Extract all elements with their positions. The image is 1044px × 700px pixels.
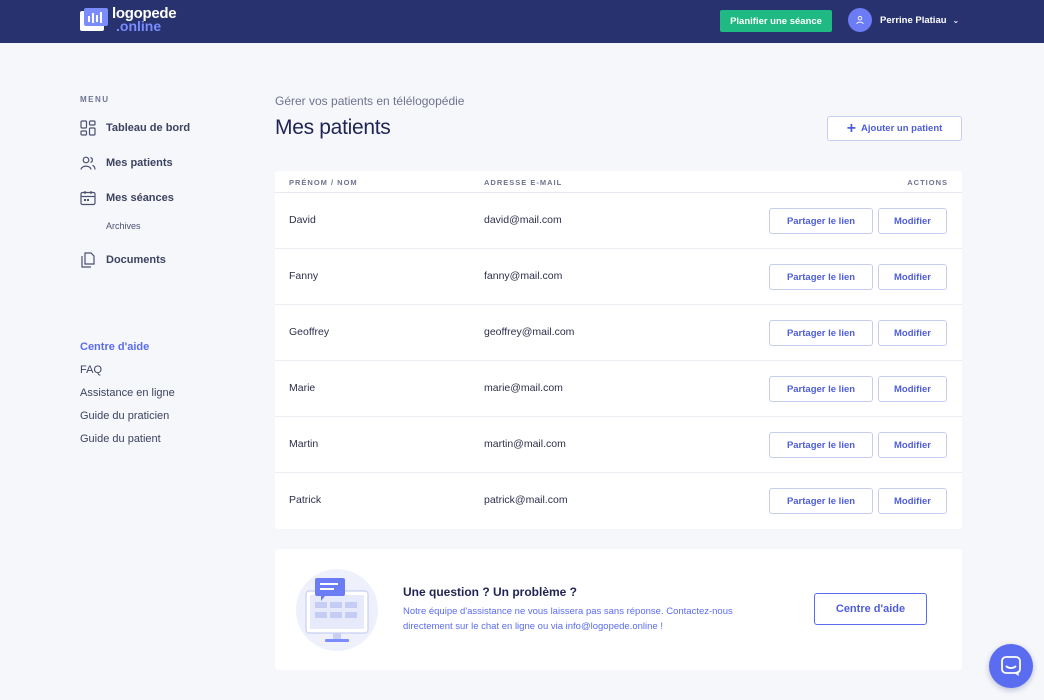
share-link-button[interactable]: Partager le lien	[769, 376, 873, 402]
table-row: Geoffrey geoffrey@mail.com Partager le l…	[275, 305, 962, 361]
column-header-actions: ACTIONS	[907, 178, 948, 187]
documents-icon	[81, 252, 95, 268]
table-row: Marie marie@mail.com Partager le lien Mo…	[275, 361, 962, 417]
users-icon	[80, 156, 96, 170]
sidebar-item-archives[interactable]: Archives	[106, 221, 141, 231]
chevron-down-icon: ⌄	[952, 15, 960, 25]
patient-email: patrick@mail.com	[484, 494, 568, 506]
edit-button[interactable]: Modifier	[878, 376, 947, 402]
table-row: Patrick patrick@mail.com Partager le lie…	[275, 473, 962, 529]
share-link-button[interactable]: Partager le lien	[769, 320, 873, 346]
sidebar: MENU Tableau de bord Mes patients Mes sé…	[80, 95, 250, 445]
help-card-description: Notre équipe d'assistance ne vous laisse…	[403, 606, 733, 632]
sidebar-item-label: Tableau de bord	[106, 122, 191, 134]
table-header: PRÉNOM / NOM ADRESSE E-MAIL ACTIONS	[275, 171, 962, 193]
edit-button[interactable]: Modifier	[878, 432, 947, 458]
share-link-button[interactable]: Partager le lien	[769, 488, 873, 514]
help-card-title: Une question ? Un problème ?	[403, 585, 578, 599]
edit-button[interactable]: Modifier	[878, 488, 947, 514]
patient-name: Marie	[289, 382, 316, 394]
column-header-email: ADRESSE E-MAIL	[484, 178, 563, 187]
help-link-practitioner-guide[interactable]: Guide du praticien	[80, 410, 169, 422]
patient-email: geoffrey@mail.com	[484, 326, 575, 338]
patient-name: Geoffrey	[289, 326, 330, 338]
sidebar-item-sessions[interactable]: Mes séances	[80, 190, 174, 206]
menu-label: MENU	[80, 95, 110, 104]
patient-name: Fanny	[289, 270, 319, 282]
edit-button[interactable]: Modifier	[878, 208, 947, 234]
top-bar: logopede .online Planifier une séance Pe…	[0, 0, 1044, 43]
patient-name: Martin	[289, 438, 319, 450]
chat-icon	[1001, 656, 1021, 676]
plan-session-button[interactable]: Planifier une séance	[720, 10, 832, 32]
sidebar-item-dashboard[interactable]: Tableau de bord	[80, 120, 190, 136]
help-center-button[interactable]: Centre d'aide	[814, 593, 927, 625]
logo[interactable]: logopede .online	[80, 6, 177, 33]
edit-button[interactable]: Modifier	[878, 264, 947, 290]
user-name: Perrine Platiau	[880, 14, 947, 26]
grid-icon	[80, 120, 96, 136]
user-menu[interactable]: Perrine Platiau ⌄	[848, 8, 959, 32]
page-title: Mes patients	[275, 116, 391, 139]
help-center-title[interactable]: Centre d'aide	[80, 341, 149, 353]
table-row: Fanny fanny@mail.com Partager le lien Mo…	[275, 249, 962, 305]
plus-icon: +	[846, 119, 857, 137]
chat-button[interactable]	[989, 644, 1033, 688]
table-row: David david@mail.com Partager le lien Mo…	[275, 193, 962, 249]
add-patient-label: Ajouter un patient	[861, 123, 943, 134]
sidebar-item-label: Mes patients	[106, 157, 173, 169]
user-icon	[856, 15, 864, 25]
add-patient-button[interactable]: + Ajouter un patient	[827, 116, 962, 141]
patient-name: David	[289, 214, 316, 226]
calendar-icon	[80, 191, 96, 206]
help-link-patient-guide[interactable]: Guide du patient	[80, 433, 161, 445]
patient-email: fanny@mail.com	[484, 270, 563, 282]
help-link-online-assistance[interactable]: Assistance en ligne	[80, 387, 175, 399]
sidebar-item-label: Documents	[106, 254, 166, 266]
patient-email: david@mail.com	[484, 214, 562, 226]
table-row: Martin martin@mail.com Partager le lien …	[275, 417, 962, 473]
sidebar-item-documents[interactable]: Documents	[80, 252, 166, 268]
patient-email: martin@mail.com	[484, 438, 566, 450]
patient-email: marie@mail.com	[484, 382, 563, 394]
sidebar-item-patients[interactable]: Mes patients	[80, 155, 173, 171]
patients-table: PRÉNOM / NOM ADRESSE E-MAIL ACTIONS Davi…	[275, 171, 962, 529]
help-card: Une question ? Un problème ? Notre équip…	[275, 549, 962, 670]
help-link-faq[interactable]: FAQ	[80, 364, 102, 376]
sidebar-item-label: Mes séances	[106, 192, 174, 204]
page-subtitle: Gérer vos patients en télélogopédie	[275, 94, 465, 108]
edit-button[interactable]: Modifier	[878, 320, 947, 346]
patient-name: Patrick	[289, 494, 322, 506]
share-link-button[interactable]: Partager le lien	[769, 432, 873, 458]
share-link-button[interactable]: Partager le lien	[769, 208, 873, 234]
share-link-button[interactable]: Partager le lien	[769, 264, 873, 290]
avatar	[848, 8, 872, 32]
logo-icon	[80, 8, 108, 32]
column-header-name: PRÉNOM / NOM	[289, 178, 358, 187]
support-illustration-icon	[295, 569, 379, 656]
